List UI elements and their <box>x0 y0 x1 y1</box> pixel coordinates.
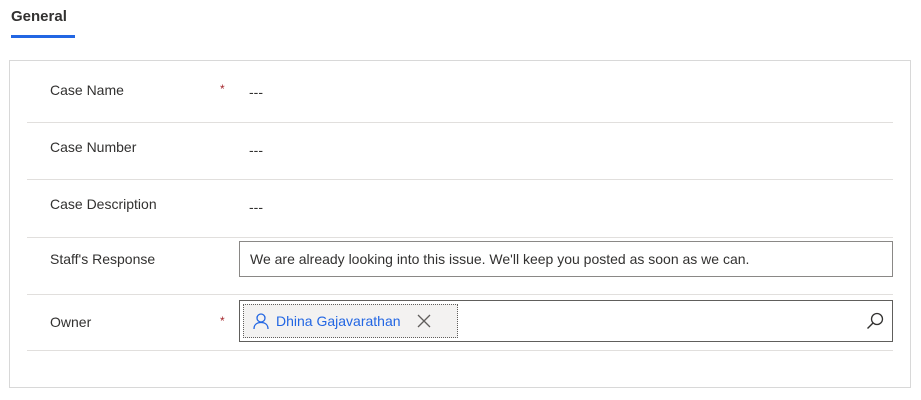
staff-response-label: Staff's Response <box>50 251 156 267</box>
general-section-card: Case Name * --- Case Number --- Case Des… <box>9 60 911 388</box>
owner-name[interactable]: Dhina Gajavarathan <box>276 313 401 329</box>
staff-response-text: We are already looking into this issue. … <box>250 251 750 267</box>
owner-label: Owner <box>50 314 92 330</box>
case-name-value[interactable]: --- <box>249 84 263 100</box>
close-icon[interactable] <box>417 314 431 328</box>
case-name-required-marker: * <box>220 82 225 96</box>
tab-general[interactable]: General <box>11 8 75 38</box>
case-number-label: Case Number <box>50 139 137 155</box>
case-name-label: Case Name <box>50 82 124 98</box>
tab-general-label: General <box>11 8 67 25</box>
case-name-row: Case Name * --- <box>27 61 893 123</box>
case-number-value[interactable]: --- <box>249 142 263 158</box>
staff-response-field[interactable]: We are already looking into this issue. … <box>239 241 893 277</box>
tab-selected-indicator <box>11 35 75 38</box>
staff-response-row: Staff's Response We are already looking … <box>27 238 893 295</box>
case-description-value[interactable]: --- <box>249 199 263 215</box>
case-number-row: Case Number --- <box>27 123 893 180</box>
owner-row: Owner * Dhina Gajavarathan <box>27 295 893 351</box>
tab-bar: General <box>11 8 75 40</box>
owner-lookup-field[interactable]: Dhina Gajavarathan <box>239 300 893 342</box>
user-icon <box>253 313 269 330</box>
case-description-row: Case Description --- <box>27 180 893 238</box>
owner-required-marker: * <box>220 314 225 328</box>
search-icon[interactable] <box>866 312 884 330</box>
owner-chip[interactable]: Dhina Gajavarathan <box>243 304 458 338</box>
case-description-label: Case Description <box>50 196 157 212</box>
